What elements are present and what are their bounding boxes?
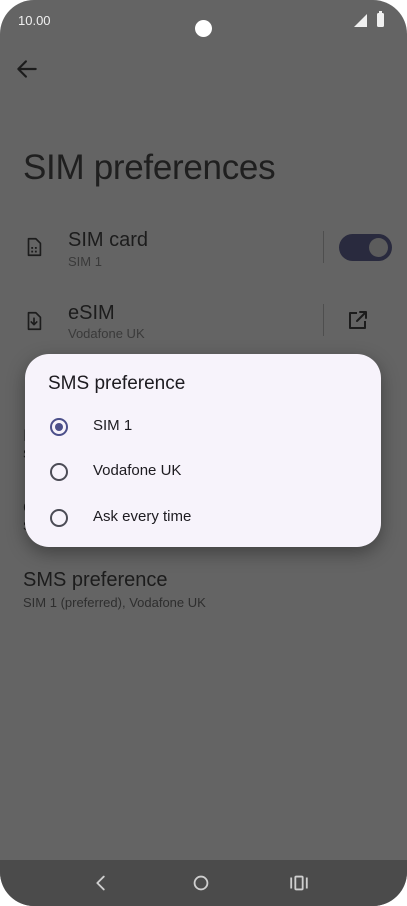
sim-card-subtitle: SIM 1 <box>68 254 102 269</box>
sms-preference-dialog: SMS preference SIM 1 Vodafone UK Ask eve… <box>25 354 381 547</box>
toggle-knob <box>369 238 388 257</box>
esim-title: eSIM <box>68 302 115 324</box>
sms-preference-subtitle: SIM 1 (preferred), Vodafone UK <box>23 595 206 610</box>
circle-home-icon[interactable] <box>190 872 212 894</box>
front-camera <box>195 20 212 37</box>
divider <box>323 304 324 336</box>
status-time: 10.00 <box>18 13 51 28</box>
navigation-bar <box>0 860 407 906</box>
option-label: Ask every time <box>93 508 192 525</box>
page-title: SIM preferences <box>23 148 276 187</box>
option-label: SIM 1 <box>93 417 133 434</box>
sim-card-title: SIM card <box>68 229 149 251</box>
sim-card-icon <box>27 237 42 257</box>
divider <box>323 231 324 263</box>
radio-selected[interactable] <box>50 418 68 436</box>
phone-screen: 10.00 SIM preferences SIM card SIM 1 eSI… <box>0 0 407 906</box>
radio-unselected[interactable] <box>50 463 68 481</box>
chevron-left-icon[interactable] <box>90 872 112 894</box>
dialog-title: SMS preference <box>48 373 186 394</box>
battery-icon <box>377 11 384 27</box>
option-sim-1[interactable]: SIM 1 <box>25 407 381 447</box>
radio-unselected[interactable] <box>50 509 68 527</box>
sim-card-toggle[interactable] <box>339 234 392 261</box>
back-arrow-icon[interactable] <box>14 56 40 82</box>
sms-preference-title: SMS preference <box>23 569 168 591</box>
open-external-icon[interactable] <box>346 308 370 332</box>
status-bar: 10.00 <box>0 0 407 40</box>
recents-icon[interactable] <box>288 872 310 894</box>
signal-icon <box>354 14 367 27</box>
option-label: Vodafone UK <box>93 462 182 479</box>
option-vodafone-uk[interactable]: Vodafone UK <box>25 452 381 492</box>
option-ask-every-time[interactable]: Ask every time <box>25 498 381 538</box>
esim-subtitle: Vodafone UK <box>68 326 145 341</box>
esim-download-icon <box>27 311 42 331</box>
